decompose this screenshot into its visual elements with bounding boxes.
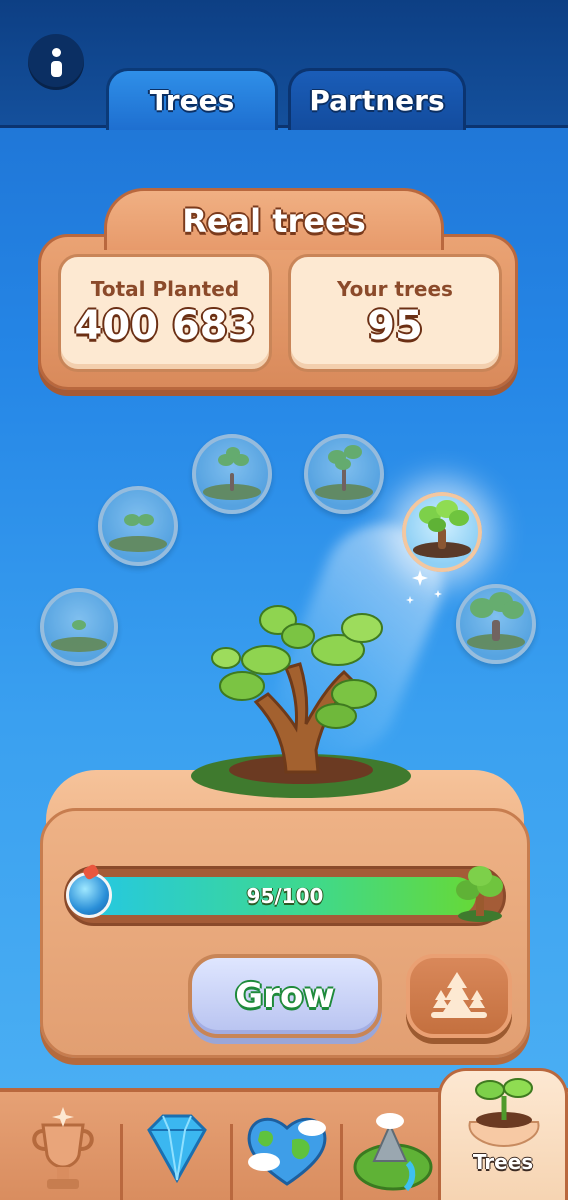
tree-stage-4 (304, 434, 384, 514)
total-planted-value: 400 683 (74, 303, 256, 349)
tab-trees[interactable]: Trees (106, 68, 278, 130)
info-icon (52, 48, 61, 57)
trophy-icon (32, 1107, 94, 1189)
nav-item-trees-label: Trees (472, 1150, 534, 1174)
heart-globe-icon (247, 1117, 327, 1186)
stats-title: Real trees (182, 201, 366, 240)
goal-tree-icon (456, 866, 503, 922)
tree-stage-2 (98, 486, 178, 566)
stats-header: Real trees (104, 188, 444, 250)
your-trees-box: Your trees 95 (288, 254, 502, 372)
grow-button[interactable]: Grow (188, 954, 382, 1038)
top-bar (0, 0, 568, 128)
growth-progress-bar: 95/100 (64, 866, 506, 926)
forest-icon (431, 972, 487, 1018)
sprout-icon (468, 1078, 540, 1148)
nav-item-heart-globe[interactable] (232, 1100, 342, 1200)
your-trees-label: Your trees (337, 277, 453, 301)
nav-item-gem[interactable] (122, 1100, 232, 1200)
tab-partners[interactable]: Partners (288, 68, 466, 130)
progress-text: 95/100 (246, 884, 324, 908)
nav-item-island[interactable] (338, 1100, 448, 1200)
your-trees-value: 95 (367, 303, 423, 349)
gem-icon (147, 1114, 207, 1184)
forest-button[interactable] (406, 954, 512, 1038)
island-icon (353, 1113, 433, 1192)
total-planted-box: Total Planted 400 683 (58, 254, 272, 372)
big-tree-image (191, 605, 411, 798)
tree-stage-6 (456, 584, 536, 664)
total-planted-label: Total Planted (90, 277, 240, 301)
tree-stage-1 (40, 588, 118, 666)
nav-item-trophy[interactable] (8, 1100, 118, 1200)
grow-button-label: Grow (235, 976, 335, 1016)
info-button[interactable] (28, 34, 84, 90)
tree-stage-3 (192, 434, 272, 514)
